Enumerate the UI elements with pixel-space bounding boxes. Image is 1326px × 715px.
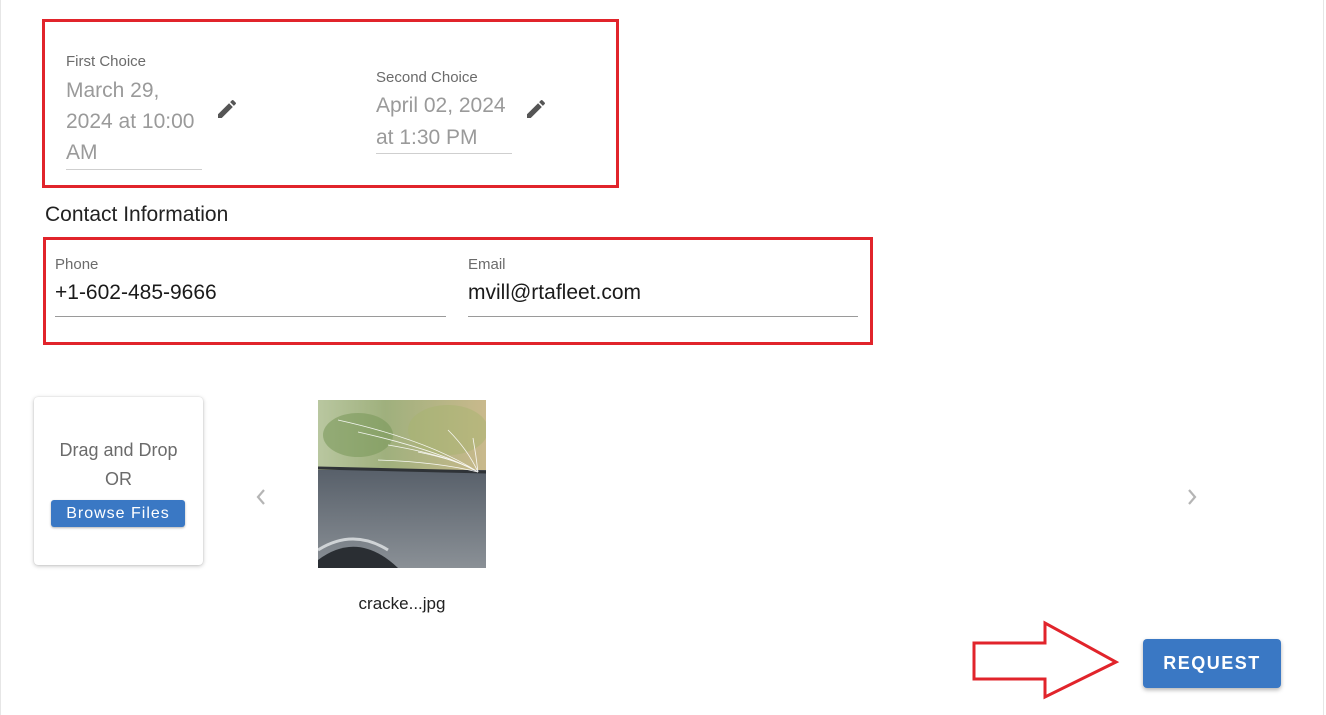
second-choice-line-2: at 1:30 PM — [376, 126, 478, 149]
pencil-icon[interactable] — [215, 97, 239, 121]
phone-label: Phone — [55, 256, 99, 273]
drag-and-drop-text: Drag and Drop — [59, 440, 178, 460]
phone-field[interactable]: +1-602-485-9666 — [55, 281, 217, 305]
first-choice-line-2: 2024 at 10:00 — [66, 110, 195, 133]
phone-underline — [55, 316, 446, 317]
cracked-windshield-image — [318, 400, 486, 568]
page-right-border — [1323, 0, 1324, 715]
arrow-annotation-icon — [972, 620, 1120, 700]
chevron-right-icon[interactable] — [1184, 487, 1200, 507]
first-choice-label: First Choice — [66, 53, 147, 70]
email-label: Email — [468, 256, 506, 273]
page-left-border — [0, 0, 1, 715]
second-choice-label: Second Choice — [376, 69, 478, 86]
uploaded-image-thumbnail[interactable] — [318, 400, 486, 568]
first-choice-line-1: March 29, — [66, 79, 160, 102]
request-button[interactable]: REQUEST — [1143, 639, 1281, 688]
contact-information-heading: Contact Information — [45, 203, 229, 226]
email-field[interactable]: mvill@rtafleet.com — [468, 281, 641, 305]
first-choice-line-3: AM — [66, 141, 98, 164]
first-choice-underline — [66, 169, 202, 170]
or-text: OR — [105, 469, 132, 489]
second-choice-underline — [376, 153, 512, 154]
uploaded-file-name: cracke...jpg — [358, 594, 446, 613]
email-underline — [468, 316, 858, 317]
file-dropzone[interactable]: Drag and Drop OR Browse Files — [34, 397, 203, 565]
browse-files-button[interactable]: Browse Files — [51, 500, 185, 527]
chevron-left-icon[interactable] — [253, 487, 269, 507]
second-choice-line-1: April 02, 2024 — [376, 94, 506, 117]
pencil-icon[interactable] — [524, 97, 548, 121]
